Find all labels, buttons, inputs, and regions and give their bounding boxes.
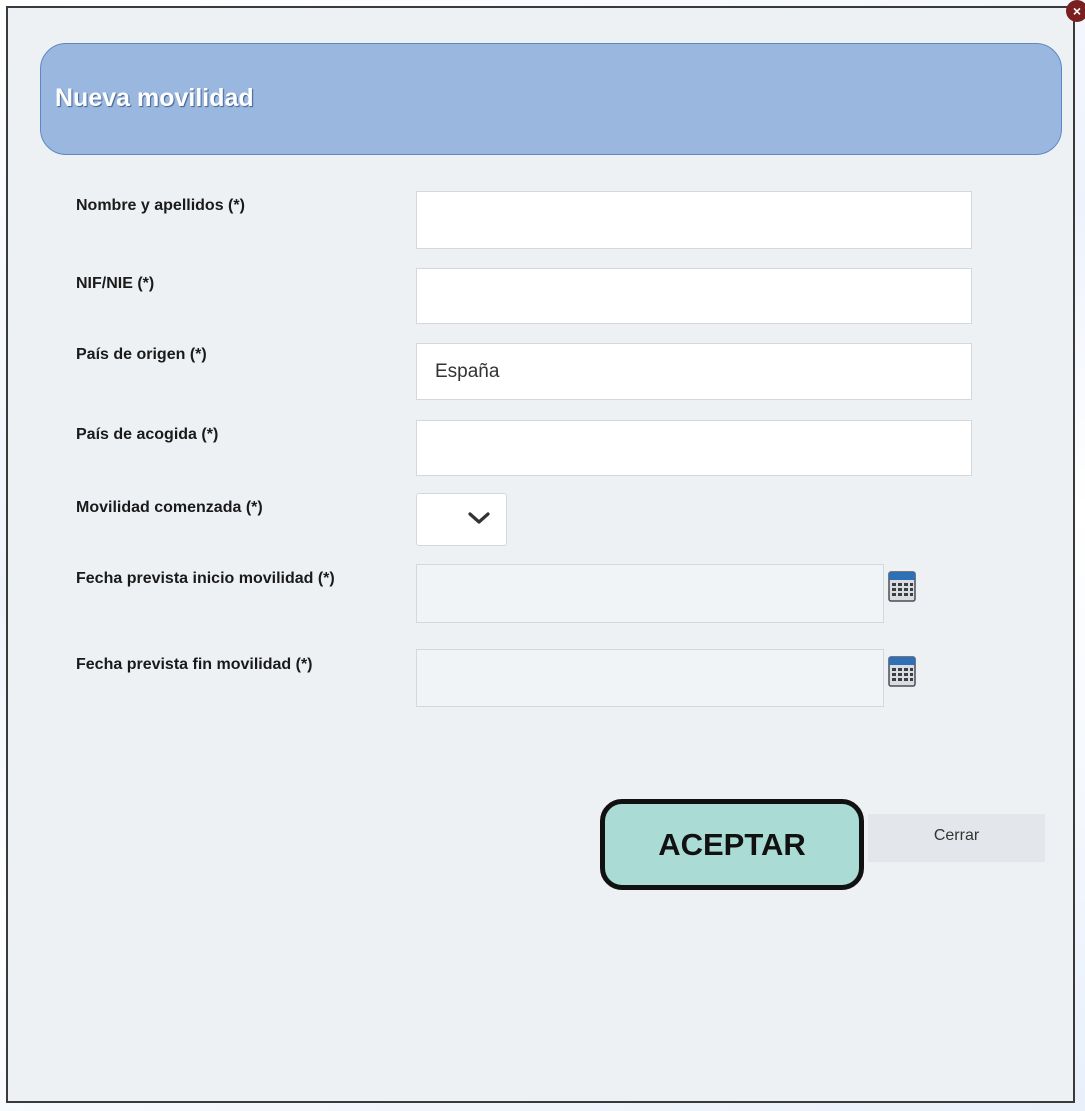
new-mobility-dialog (6, 6, 1075, 1103)
chevron-down-icon (468, 512, 490, 524)
calendar-icon[interactable] (888, 569, 916, 603)
nombre-input[interactable] (416, 191, 972, 249)
label-fecha-inicio: Fecha prevista inicio movilidad (*) (76, 570, 335, 587)
close-icon[interactable]: × (1066, 0, 1085, 22)
label-nif: NIF/NIE (*) (76, 275, 155, 292)
movilidad-comenzada-select[interactable] (416, 493, 507, 546)
pais-origen-input[interactable] (416, 343, 972, 400)
close-button[interactable]: Cerrar (868, 814, 1045, 862)
label-movilidad-comenzada: Movilidad comenzada (*) (76, 499, 263, 516)
accept-button[interactable]: ACEPTAR (600, 799, 864, 890)
fecha-inicio-input[interactable] (416, 564, 884, 623)
label-fecha-fin: Fecha prevista fin movilidad (*) (76, 656, 313, 673)
calendar-icon[interactable] (888, 654, 916, 688)
dialog-title: Nueva movilidad (55, 84, 254, 112)
fecha-fin-input[interactable] (416, 649, 884, 707)
label-pais-origen: País de origen (*) (76, 346, 207, 363)
label-pais-acogida: País de acogida (*) (76, 426, 219, 443)
pais-acogida-input[interactable] (416, 420, 972, 476)
dialog-header: Nueva movilidad (40, 43, 1062, 155)
label-nombre: Nombre y apellidos (*) (76, 197, 245, 214)
nif-input[interactable] (416, 268, 972, 324)
